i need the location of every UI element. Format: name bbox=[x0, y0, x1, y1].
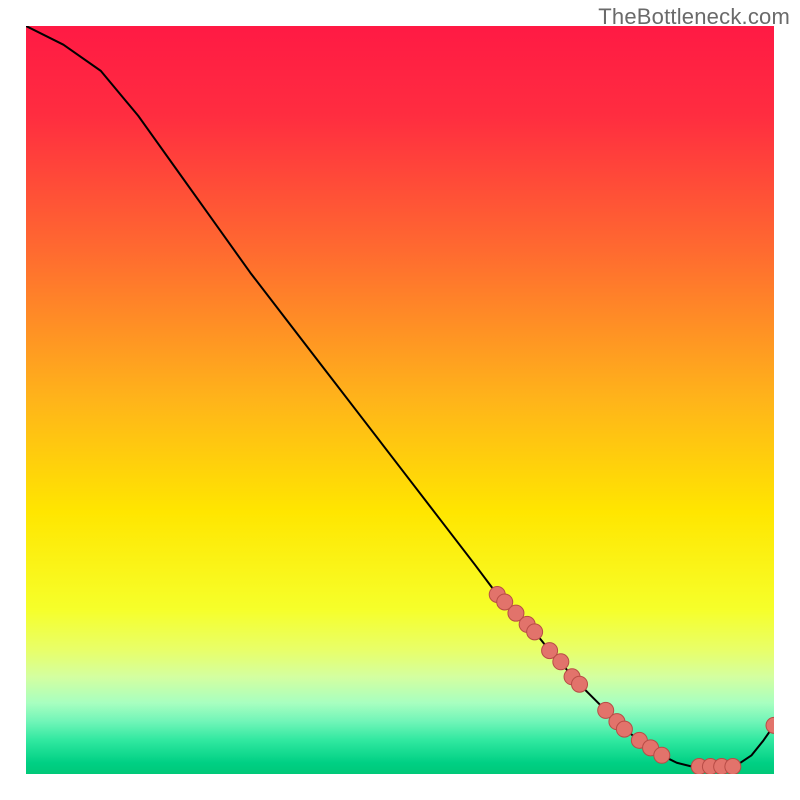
plot-area bbox=[26, 26, 774, 774]
data-point bbox=[553, 654, 569, 670]
gradient-background bbox=[26, 26, 774, 774]
data-point bbox=[654, 747, 670, 763]
chart-svg bbox=[26, 26, 774, 774]
data-point bbox=[527, 624, 543, 640]
data-point bbox=[725, 759, 741, 774]
data-point bbox=[572, 676, 588, 692]
data-point bbox=[616, 721, 632, 737]
chart-container: TheBottleneck.com bbox=[0, 0, 800, 800]
